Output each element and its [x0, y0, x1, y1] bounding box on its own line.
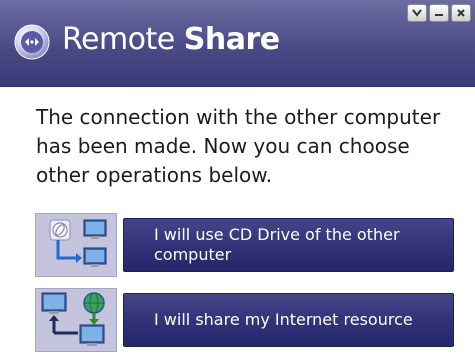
minimize-icon [435, 14, 443, 16]
dropdown-button[interactable] [407, 4, 427, 22]
use-cd-drive-button[interactable]: I will use CD Drive of the other compute… [123, 218, 454, 272]
close-button[interactable] [451, 4, 471, 22]
chevron-down-icon [412, 9, 422, 17]
window-controls [407, 4, 471, 22]
option-cd-drive: I will use CD Drive of the other compute… [35, 213, 454, 277]
app-title: Remote Share [62, 22, 280, 57]
option-icon-panel [35, 288, 117, 352]
remote-share-logo-icon [14, 24, 50, 60]
option-internet-share: I will share my Internet resource [35, 288, 454, 352]
internet-share-icon [41, 292, 105, 346]
share-internet-button[interactable]: I will share my Internet resource [123, 293, 454, 347]
title-bar: Remote Share [0, 0, 475, 87]
use-cd-drive-label: I will use CD Drive of the other compute… [154, 225, 400, 264]
close-icon [457, 9, 465, 17]
share-internet-label: I will share my Internet resource [154, 310, 413, 329]
status-message: The connection with the other computer h… [36, 105, 441, 187]
cd-drive-transfer-icon [49, 219, 107, 267]
minimize-button[interactable] [429, 4, 449, 22]
option-icon-panel [35, 213, 117, 277]
